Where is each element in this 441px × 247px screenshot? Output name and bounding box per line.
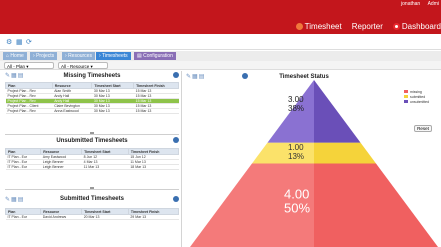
app-window: jonathan Admi Timesheet Reporter Dashboa… [0,0,441,247]
vertical-splitter[interactable] [181,71,182,247]
table-row[interactable]: Project Plan - Rev Anna Eastwood 30 Mar 13… [5,108,179,114]
nav-dashboard-label: Dashboard [401,21,441,31]
pyramid-segment-unsubmitted-left[interactable] [267,80,315,143]
missing-timesheets-title: Missing Timesheets [63,73,121,79]
user-links: jonathan Admi [395,1,439,7]
table-row[interactable]: IT Plan - Eur David Andrews 20 Mar 13 29 Ma… [5,214,179,220]
admin-link[interactable]: Admi [428,1,439,7]
top-header: jonathan Admi Timesheet Reporter Dashboa… [0,0,441,34]
missing-timesheets-panel: ✎▦▤ Missing Timesheets Plan Resource Tim… [5,72,179,132]
filter-bar: All - Plan ▾ All - Resource ▾ Reset [0,61,441,132]
submitted-timesheets-panel: ✎▦▤ Submitted Timesheets Plan Resource T… [4,193,180,233]
data-label-value: 1.00 [288,143,304,152]
toolbar: ⚙ ▦ ⟳ [0,34,441,50]
unsubmitted-timesheets-panel: Unsubmitted Timesheets Plan Resource Tim… [4,137,180,177]
unsubmitted-timesheets-title: Unsubmitted Timesheets [56,138,128,144]
nav-timesheet-label: Timesheet [304,21,342,31]
chart-legend: missing submitted unsubmitted [404,89,429,104]
settings-icon[interactable]: ⚙ [6,38,12,46]
resize-handle[interactable] [90,187,94,189]
crumb-timesheets[interactable]: › Timesheets [96,52,131,60]
main-nav: Timesheet Reporter Dashboard [286,20,441,32]
data-label-percent: 13% [288,152,304,161]
nav-reporter-label: Reporter [351,21,383,31]
refresh-icon[interactable]: ⟳ [26,38,32,46]
help-icon[interactable] [173,196,179,202]
pyramid-segment-unsubmitted[interactable] [314,80,361,143]
pyramid-segment-submitted-left[interactable] [252,142,314,164]
grid-icon[interactable]: ▦ [16,38,23,46]
submitted-timesheets-title: Submitted Timesheets [60,196,124,202]
unsubmitted-timesheets-table: Plan Resource Timesheet Start Timesheet … [4,148,180,170]
pyramid-segment-missing-left[interactable] [190,163,314,247]
crumb-resources[interactable]: › Resources [62,52,95,60]
dashboard-icon [392,22,400,30]
data-label-value: 4.00 [284,187,309,202]
data-label-value: 3.00 [288,95,304,104]
nav-dashboard[interactable]: Dashboard [392,21,441,31]
clock-icon [295,22,303,30]
panel-divider [5,189,179,190]
plan-filter-select[interactable]: All - Plan ▾ [4,62,54,69]
help-icon[interactable] [173,137,179,143]
nav-timesheet[interactable]: Timesheet [295,21,342,31]
help-icon[interactable] [173,72,179,78]
table-row[interactable]: IT Plan - Eur Leigh Benner 11 Mar 13 18 Mar… [5,164,179,170]
data-label-percent: 50% [284,201,310,216]
crumb-configuration[interactable]: ▤ Configuration [134,52,176,60]
missing-timesheets-table: Plan Resource Timesheet Start Timesheet … [5,82,179,114]
chart-title: Timesheet Status [279,74,329,80]
user-name-link[interactable]: jonathan [401,1,420,7]
panel-divider [5,134,179,135]
resource-filter-select[interactable]: All - Resource ▾ [58,62,108,69]
nav-reporter[interactable]: Reporter [352,22,383,31]
pyramid-segment-missing[interactable] [314,163,438,247]
pyramid-segment-submitted[interactable] [314,142,376,164]
resize-handle[interactable] [90,132,94,134]
crumb-home[interactable]: ⌂ Home [3,52,27,60]
submitted-timesheets-table: Plan Resource Timesheet Start Timesheet … [4,208,180,220]
data-label-percent: 38% [288,104,304,113]
breadcrumb: ⌂ Home › Projects › Resources › Timeshee… [0,51,441,61]
crumb-projects[interactable]: › Projects [30,52,58,60]
legend-item-unsubmitted[interactable]: unsubmitted [404,99,429,104]
reset-button[interactable]: Reset [414,125,432,132]
